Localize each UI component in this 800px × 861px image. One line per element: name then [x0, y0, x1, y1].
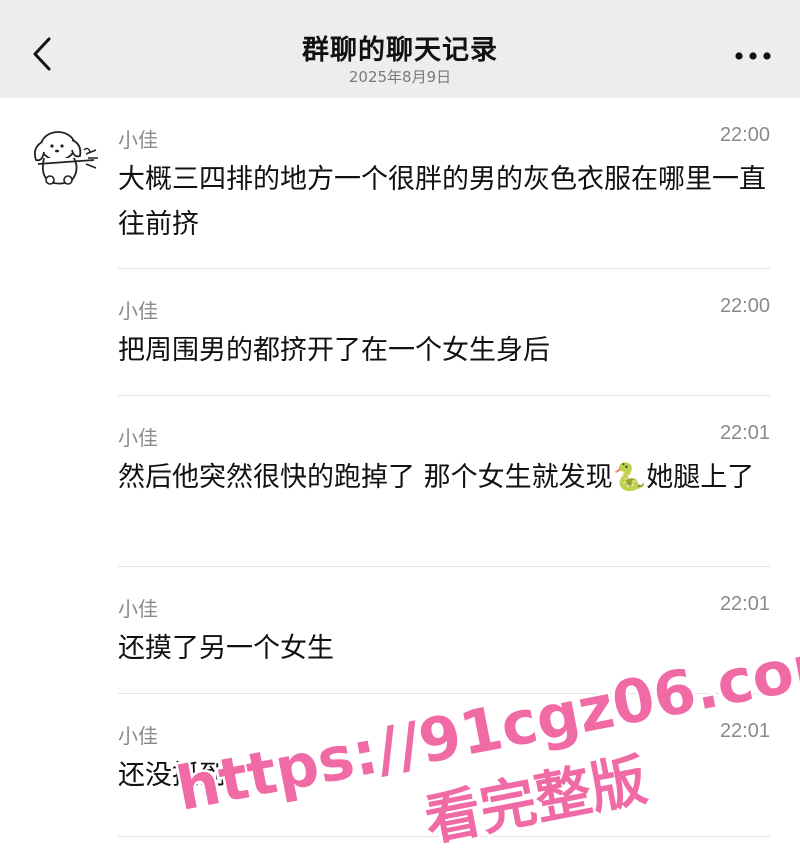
divider	[118, 566, 770, 567]
message-text: 还摸了另一个女生	[118, 633, 334, 664]
message-time: 22:01	[719, 720, 770, 742]
message-item[interactable]: 小佳 22:01 然后他突然很快的跑掉了 那个女生就发现🐍她腿上了	[118, 422, 770, 568]
message-sender: 小佳	[118, 724, 158, 748]
puppy-avatar-icon	[33, 131, 98, 185]
more-dots-icon	[735, 52, 771, 60]
message-time: 22:01	[719, 422, 770, 444]
message-text: 然后他突然很快的跑掉了 那个女生就发现🐍她腿上了	[118, 462, 755, 493]
message-time: 22:00	[719, 295, 770, 317]
message-item[interactable]: 小佳 22:01 还没抓到	[118, 720, 770, 820]
message-text: 大概三四排的地方一个很胖的男的灰色衣服在哪里一直往前挤	[118, 164, 766, 240]
chat-header: 群聊的聊天记录 2025年8月9日	[0, 0, 800, 98]
message-text: 还没抓到	[118, 760, 226, 791]
divider	[118, 836, 770, 837]
avatar[interactable]	[28, 124, 100, 192]
more-button[interactable]	[728, 36, 778, 76]
message-item[interactable]: 小佳 22:01 还摸了另一个女生	[118, 593, 770, 693]
page-subtitle-date: 2025年8月9日	[348, 68, 452, 86]
message-item[interactable]: 小佳 22:00 大概三四排的地方一个很胖的男的灰色衣服在哪里一直往前挤	[118, 124, 770, 270]
message-sender: 小佳	[118, 426, 158, 450]
page-title: 群聊的聊天记录	[302, 35, 498, 66]
divider	[118, 693, 770, 694]
message-sender: 小佳	[118, 128, 158, 152]
message-item[interactable]: 小佳 22:00 把周围男的都挤开了在一个女生身后	[118, 295, 770, 395]
message-sender: 小佳	[118, 299, 158, 323]
divider	[118, 395, 770, 396]
divider	[118, 268, 770, 269]
message-sender: 小佳	[118, 597, 158, 621]
message-text: 把周围男的都挤开了在一个女生身后	[118, 335, 550, 366]
message-time: 22:00	[719, 124, 770, 146]
message-time: 22:01	[719, 593, 770, 615]
